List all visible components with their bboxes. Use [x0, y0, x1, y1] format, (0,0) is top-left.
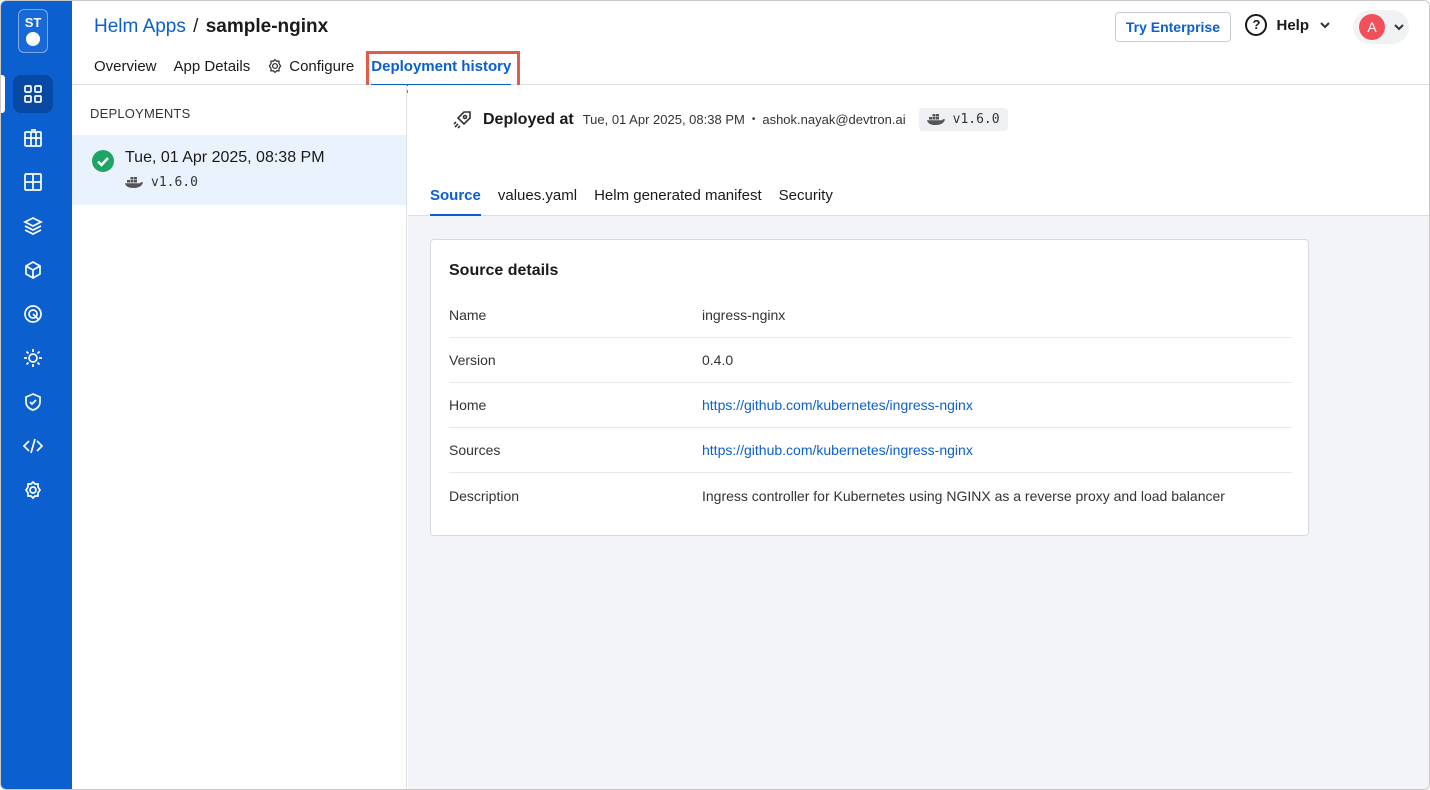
breadcrumb-helm-apps-link[interactable]: Helm Apps [94, 16, 186, 37]
try-enterprise-button[interactable]: Try Enterprise [1114, 12, 1231, 42]
tab-app-details[interactable]: App Details [174, 55, 251, 77]
nav-resource-browser[interactable] [13, 119, 53, 157]
nav-deployment-charts[interactable] [13, 251, 53, 289]
deployment-detail-panel: Deployed at Tue, 01 Apr 2025, 08:38 PM •… [408, 85, 1429, 789]
tab-configure[interactable]: Configure [267, 55, 354, 77]
deployment-image-tag: v1.6.0 [125, 175, 198, 190]
security-shield-icon [25, 393, 41, 411]
devtron-bolt-icon [26, 32, 40, 46]
deployments-list-panel: DEPLOYMENTS Tue, 01 Apr 2025, 08:38 PM v… [72, 85, 407, 789]
tab-security[interactable]: Security [779, 187, 833, 216]
tab-helm-generated-manifest[interactable]: Helm generated manifest [594, 187, 762, 216]
deployments-heading: DEPLOYMENTS [90, 106, 191, 121]
source-row-sources: Sources https://github.com/kubernetes/in… [449, 428, 1292, 473]
help-circle-icon: ? [1245, 14, 1268, 36]
chevron-down-icon [1320, 22, 1330, 29]
deployed-by-user: ashok.nayak@devtron.ai [762, 112, 906, 127]
home-url-link[interactable]: https://github.com/kubernetes/ingress-ng… [702, 397, 973, 413]
tab-overview-label: Overview [94, 57, 157, 75]
nav-bulk-edit[interactable] [13, 339, 53, 377]
help-label: Help [1276, 16, 1309, 34]
separator-dot: • [751, 114, 756, 125]
global-config-icon [24, 480, 42, 500]
logo-text: ST [24, 15, 42, 30]
user-menu[interactable]: A [1353, 10, 1409, 44]
app-groups-icon [24, 173, 42, 191]
chevron-down-icon [1394, 24, 1404, 31]
deployment-detail-header: Deployed at Tue, 01 Apr 2025, 08:38 PM •… [408, 85, 1429, 216]
image-tag-text: v1.6.0 [952, 112, 1000, 127]
source-row-description: Description Ingress controller for Kuber… [449, 473, 1292, 518]
success-check-icon [92, 150, 114, 172]
nav-app-groups[interactable] [13, 163, 53, 201]
left-nav-rail: ST [1, 1, 72, 789]
docker-icon [926, 114, 945, 125]
nav-chart-store[interactable] [13, 207, 53, 245]
image-tag-chip: v1.6.0 [918, 108, 1008, 131]
sources-url-link[interactable]: https://github.com/kubernetes/ingress-ng… [702, 442, 973, 458]
nav-apps[interactable] [13, 75, 53, 113]
avatar: A [1359, 14, 1385, 40]
nav-security-scan[interactable] [13, 295, 53, 333]
nav-security[interactable] [13, 383, 53, 421]
source-row-version: Version 0.4.0 [449, 338, 1292, 383]
docker-icon [125, 177, 143, 188]
detail-tabs: Source values.yaml Helm generated manife… [430, 187, 850, 216]
chart-store-icon [23, 217, 43, 235]
tab-configure-label: Configure [289, 57, 355, 75]
tab-app-details-label: App Details [173, 57, 251, 75]
deployment-charts-icon [25, 261, 41, 279]
gear-icon [268, 58, 282, 74]
source-row-value: Ingress controller for Kubernetes using … [702, 487, 1225, 504]
source-row-key: Version [449, 352, 496, 368]
rocket-icon [453, 110, 471, 129]
deployment-list-item[interactable]: Tue, 01 Apr 2025, 08:38 PM v1.6.0 [72, 135, 406, 205]
source-row-key: Home [449, 397, 487, 413]
bulk-edit-icon [24, 349, 42, 367]
nav-global-config[interactable] [13, 471, 53, 509]
code-icon [23, 438, 43, 454]
source-row-value: ingress-nginx [702, 307, 786, 323]
breadcrumb: Helm Apps / sample-nginx [94, 16, 328, 38]
apps-grid-icon [24, 85, 42, 103]
deployed-at-label: Deployed at [483, 110, 574, 128]
source-row-key: Sources [449, 442, 501, 458]
page-title: sample-nginx [205, 16, 329, 37]
tab-source[interactable]: Source [430, 187, 481, 216]
source-row-key: Description [449, 487, 520, 504]
source-row-home: Home https://github.com/kubernetes/ingre… [449, 383, 1292, 428]
source-row-key: Name [449, 307, 487, 323]
source-row-value: 0.4.0 [702, 352, 734, 368]
app-window: ST Helm Apps / sample-nginx Overview App… [0, 0, 1430, 790]
page-header: Helm Apps / sample-nginx Overview App De… [72, 1, 1429, 93]
active-nav-marker [1, 75, 5, 113]
breadcrumb-separator: / [193, 16, 199, 37]
tab-values-yaml[interactable]: values.yaml [498, 187, 577, 216]
source-details-card: Source details Name ingress-nginx Versio… [430, 239, 1309, 536]
tab-overview[interactable]: Overview [94, 55, 157, 77]
security-scan-icon [24, 305, 42, 323]
source-row-name: Name ingress-nginx [449, 293, 1292, 338]
deployed-time: Tue, 01 Apr 2025, 08:38 PM [582, 112, 745, 127]
nav-code[interactable] [13, 427, 53, 465]
deployment-tag-text: v1.6.0 [151, 175, 198, 190]
logo[interactable]: ST [18, 9, 48, 53]
help-menu[interactable]: ? Help [1245, 14, 1331, 36]
deployment-date: Tue, 01 Apr 2025, 08:38 PM [125, 149, 325, 166]
deployed-at-line: Deployed at Tue, 01 Apr 2025, 08:38 PM •… [452, 108, 1008, 131]
source-details-title: Source details [449, 262, 559, 279]
resource-browser-icon [24, 129, 42, 147]
